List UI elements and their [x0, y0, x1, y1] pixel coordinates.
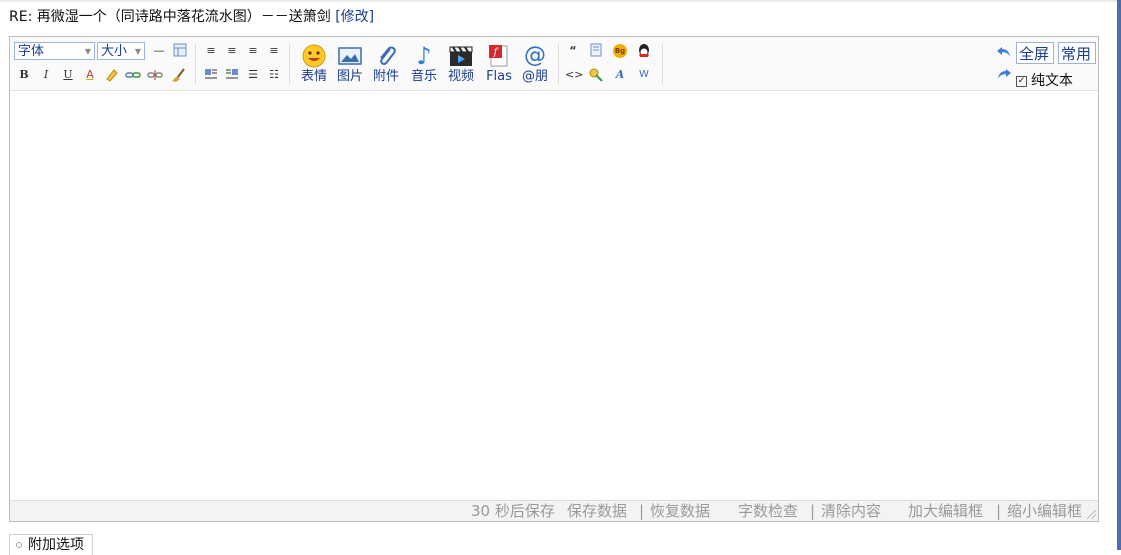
video-label: 视频 — [447, 69, 474, 84]
attachment-button[interactable]: 附件 — [368, 43, 404, 89]
undo-icon[interactable] — [996, 45, 1012, 61]
top-strip — [0, 0, 1117, 2]
status-separator: | — [810, 502, 816, 520]
fullscreen-button[interactable]: 全屏 — [1016, 42, 1054, 64]
bg-label: Bg — [614, 47, 626, 55]
font-family-select[interactable]: 字体 ▼ — [14, 42, 95, 60]
emoticon-label: 表情 — [300, 69, 327, 84]
flash-label: Flas — [486, 69, 512, 84]
underline-button[interactable]: U — [60, 67, 76, 83]
highlight-icon[interactable] — [104, 67, 120, 83]
link-icon[interactable] — [125, 67, 141, 83]
free-block-icon[interactable] — [588, 43, 604, 59]
float-left-icon[interactable] — [203, 67, 219, 83]
redo-icon[interactable] — [996, 67, 1012, 83]
align-center-icon[interactable]: ≡ — [224, 43, 240, 59]
editor-content-area[interactable] — [10, 91, 1098, 502]
extra-options-label: 附加选项 — [28, 537, 84, 553]
autosave-countdown: 30 秒后保存 — [471, 502, 555, 520]
unlink-icon[interactable] — [147, 67, 163, 83]
align-justify-icon[interactable]: ≡ — [266, 43, 282, 59]
plaintext-checkbox[interactable]: ✓ — [1016, 75, 1027, 87]
music-note-icon: ♪ — [416, 42, 432, 70]
clapperboard-icon — [448, 43, 474, 69]
enlarge-editor-link[interactable]: 加大编辑框 — [908, 501, 983, 521]
restore-data-link[interactable]: 恢复数据 — [650, 501, 710, 521]
code-button[interactable]: <> — [565, 67, 583, 83]
save-data-link[interactable]: 保存数据 — [567, 501, 627, 521]
w-button[interactable]: W — [636, 67, 652, 83]
hide-content-icon[interactable] — [588, 67, 604, 83]
edit-link[interactable]: [修改] — [335, 9, 374, 25]
status-separator: | — [996, 502, 1002, 520]
image-label: 图片 — [336, 69, 363, 84]
music-button[interactable]: ♪ 音乐 — [406, 43, 442, 89]
music-label: 音乐 — [410, 69, 437, 84]
table-icon[interactable] — [172, 43, 188, 59]
mention-label: @朋 — [521, 69, 548, 84]
clear-format-icon[interactable] — [170, 67, 186, 83]
editor-status-bar: 30 秒后保存 保存数据 | 恢复数据 字数检查 | 清除内容 加大编辑框 | … — [10, 500, 1098, 521]
horizontal-rule-icon[interactable]: — — [151, 43, 167, 59]
rich-text-editor: 字体 ▼ 大小 ▼ — B I U A ≡ ≡ ≡ ≡ ☰ ☷ 表情 图片 附件… — [9, 36, 1099, 522]
ordered-list-icon[interactable]: ☰ — [245, 67, 261, 83]
reply-title-text: RE: 再微湿一个（同诗路中落花流水图）－－送箫剑 — [9, 9, 331, 25]
flash-button[interactable]: f Flas — [481, 43, 517, 89]
special-font-icon[interactable]: A — [612, 67, 628, 83]
bullet-icon — [16, 542, 22, 548]
float-right-icon[interactable] — [224, 67, 240, 83]
clear-content-link[interactable]: 清除内容 — [821, 501, 881, 521]
chevron-down-icon: ▼ — [84, 47, 91, 56]
resize-grip-icon[interactable] — [1087, 510, 1096, 519]
extra-options-tab[interactable]: 附加选项 — [9, 534, 93, 555]
align-right-icon[interactable]: ≡ — [245, 43, 261, 59]
qq-icon[interactable] — [636, 43, 652, 59]
reply-title: RE: 再微湿一个（同诗路中落花流水图）－－送箫剑 [修改] — [9, 8, 374, 26]
shrink-editor-link[interactable]: 缩小编辑框 — [1007, 501, 1082, 521]
italic-button[interactable]: I — [38, 67, 54, 83]
image-icon — [337, 43, 363, 69]
unordered-list-icon[interactable]: ☷ — [266, 67, 282, 83]
video-button[interactable]: 视频 — [443, 43, 479, 89]
toolbar-separator — [662, 43, 663, 85]
window-edge — [1117, 0, 1121, 550]
toolbar-separator — [558, 43, 559, 85]
emoticon-button[interactable]: 表情 — [296, 43, 332, 89]
plaintext-label: 纯文本 — [1031, 73, 1073, 89]
editor-toolbar: 字体 ▼ 大小 ▼ — B I U A ≡ ≡ ≡ ≡ ☰ ☷ 表情 图片 附件… — [10, 37, 1098, 91]
status-separator: | — [639, 502, 645, 520]
image-button[interactable]: 图片 — [332, 43, 368, 89]
bold-button[interactable]: B — [16, 67, 32, 83]
common-mode-button[interactable]: 常用 — [1058, 42, 1096, 64]
font-family-select-label: 字体 — [18, 44, 45, 59]
quote-button[interactable]: “ — [565, 43, 581, 59]
flash-icon: f — [486, 43, 512, 69]
word-count-link[interactable]: 字数检查 — [738, 501, 798, 521]
toolbar-separator — [289, 43, 290, 85]
attachment-label: 附件 — [372, 69, 399, 84]
at-sign-icon: @ — [524, 43, 546, 68]
plaintext-toggle[interactable]: ✓ 纯文本 — [1016, 73, 1073, 89]
background-music-button[interactable]: Bg — [612, 43, 628, 59]
font-color-button[interactable]: A — [82, 67, 98, 83]
smiley-icon — [301, 43, 327, 69]
font-size-select[interactable]: 大小 ▼ — [97, 42, 145, 60]
font-size-select-label: 大小 — [101, 44, 128, 59]
chevron-down-icon: ▼ — [134, 47, 141, 56]
toolbar-separator — [195, 43, 196, 85]
paperclip-icon — [373, 43, 399, 69]
mention-button[interactable]: @ @朋 — [517, 43, 553, 89]
align-left-icon[interactable]: ≡ — [203, 43, 219, 59]
